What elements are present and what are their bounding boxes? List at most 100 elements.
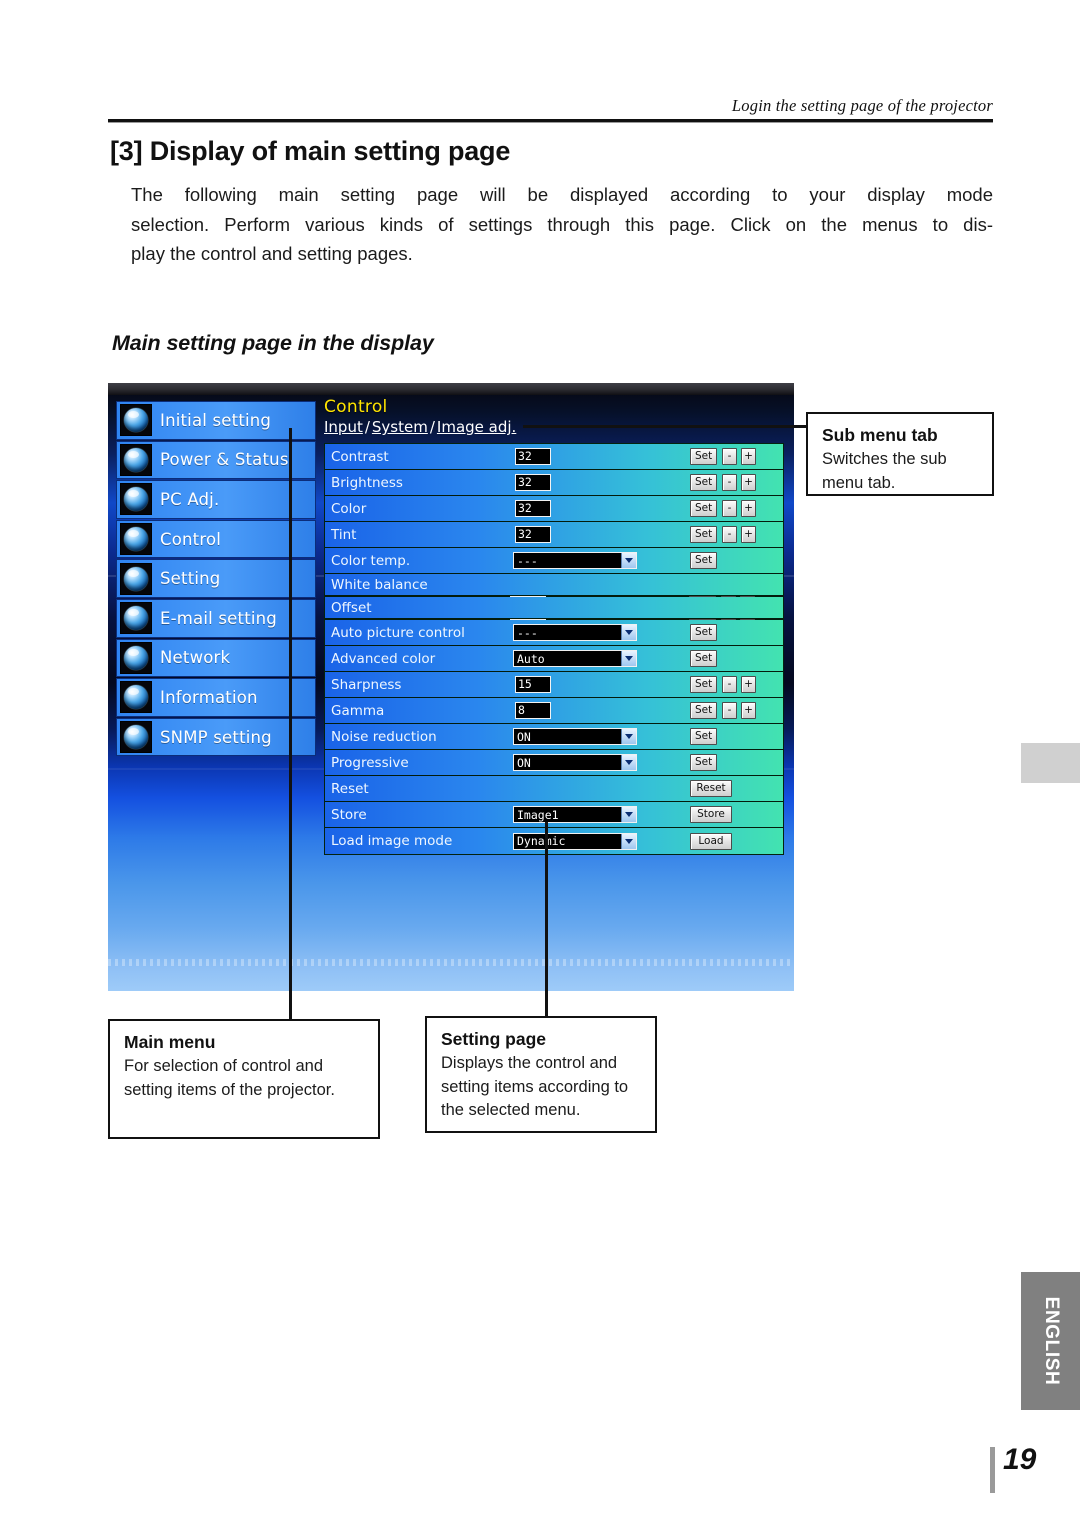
group-header-offset: Offset	[325, 597, 783, 619]
main-menu: Initial setting Power & Status PC Adj. C…	[116, 401, 316, 757]
gamma-minus-button[interactable]: -	[722, 702, 737, 719]
main-menu-item-network[interactable]: Network	[116, 638, 316, 678]
setting-row-tint: Tint 32 Set - +	[325, 522, 783, 548]
tab-separator: /	[429, 418, 435, 436]
contrast-plus-button[interactable]: +	[741, 448, 756, 465]
load-button[interactable]: Load	[690, 832, 732, 850]
main-menu-item-initial-setting[interactable]: Initial setting	[116, 401, 316, 440]
main-menu-item-power-and-status[interactable]: Power & Status	[116, 440, 316, 480]
contrast-minus-button[interactable]: -	[722, 448, 737, 465]
side-tab-language: ENGLISH	[1021, 1272, 1080, 1410]
group-label: Offset	[331, 599, 372, 616]
intro-line-3: play the control and setting pages.	[131, 243, 413, 264]
brightness-plus-button[interactable]: +	[741, 474, 756, 491]
progressive-set-button[interactable]: Set	[690, 754, 718, 771]
sharpness-value-field[interactable]: 15	[515, 676, 551, 693]
callout-text: Displays the control and setting items a…	[441, 1054, 629, 1119]
color-temp-select[interactable]: ---	[513, 552, 637, 569]
intro-paragraph: The following main setting page will be …	[131, 180, 993, 269]
store-select[interactable]: Image1	[513, 806, 637, 823]
sub-menu-tab-image-adj[interactable]: Image adj.	[437, 418, 516, 436]
brightness-minus-button[interactable]: -	[722, 474, 737, 491]
main-menu-item-control[interactable]: Control	[116, 519, 316, 559]
color-minus-button[interactable]: -	[722, 500, 737, 517]
row-label: Progressive	[331, 754, 409, 771]
callout-title: Sub menu tab	[822, 425, 938, 445]
setting-row-color: Color 32 Set - +	[325, 496, 783, 522]
gamma-plus-button[interactable]: +	[741, 702, 756, 719]
main-menu-item-email-setting[interactable]: E-mail setting	[116, 598, 316, 638]
sub-menu-tab-system[interactable]: System	[372, 418, 428, 436]
auto-picture-control-selected-value: ---	[517, 625, 538, 640]
globe-envelope-icon	[120, 602, 152, 635]
tint-plus-button[interactable]: +	[741, 526, 756, 543]
tint-minus-button[interactable]: -	[722, 526, 737, 543]
advanced-color-set-button[interactable]: Set	[690, 650, 718, 667]
contrast-set-button[interactable]: Set	[690, 448, 718, 465]
intro-line-2: selection. Perform various kinds of sett…	[131, 213, 993, 235]
browser-chrome-strip	[108, 383, 794, 395]
sharpness-set-button[interactable]: Set	[690, 676, 718, 693]
main-menu-item-setting[interactable]: Setting	[116, 559, 316, 598]
row-label: Reset	[331, 780, 369, 797]
setting-row-gamma: Gamma 8 Set - +	[325, 698, 783, 724]
setting-row-color-temp: Color temp. --- Set	[325, 548, 783, 574]
leader-line-setting-page	[545, 822, 548, 1016]
setting-row-contrast: Contrast 32 Set - +	[325, 444, 783, 470]
main-menu-item-label: E-mail setting	[160, 608, 277, 628]
gamma-set-button[interactable]: Set	[690, 702, 718, 719]
color-plus-button[interactable]: +	[741, 500, 756, 517]
callout-text: For selection of control and setting ite…	[124, 1057, 335, 1099]
tint-value-field[interactable]: 32	[515, 526, 551, 543]
main-menu-item-information[interactable]: Information	[116, 678, 316, 717]
brightness-set-button[interactable]: Set	[690, 474, 718, 491]
main-menu-item-label: SNMP setting	[160, 727, 272, 747]
color-value-field[interactable]: 32	[515, 500, 551, 517]
row-label: Color	[331, 500, 367, 517]
setting-row-noise-reduction: Noise reduction ON Set	[325, 724, 783, 750]
leader-line-main-menu	[289, 428, 292, 1019]
noise-reduction-select[interactable]: ON	[513, 728, 637, 745]
callout-main-menu: Main menu For selection of control and s…	[108, 1019, 380, 1139]
reset-button[interactable]: Reset	[690, 780, 732, 797]
main-menu-item-snmp-setting[interactable]: SNMP setting	[116, 717, 316, 757]
brightness-value-field[interactable]: 32	[515, 474, 551, 491]
setting-row-brightness: Brightness 32 Set - +	[325, 470, 783, 496]
chevron-down-icon	[621, 553, 636, 568]
side-tab-blank	[1021, 743, 1080, 783]
contrast-value-field[interactable]: 32	[515, 448, 551, 465]
setting-row-advanced-color: Advanced color Auto Set	[325, 646, 783, 672]
row-label: Sharpness	[331, 676, 402, 693]
globe-info-icon	[120, 681, 152, 714]
progressive-select[interactable]: ON	[513, 754, 637, 771]
tint-set-button[interactable]: Set	[690, 526, 718, 543]
main-menu-item-label: Setting	[160, 569, 221, 589]
intro-line-1: The following main setting page will be …	[131, 184, 993, 205]
load-image-mode-select[interactable]: Dynamic	[513, 832, 637, 850]
sharpness-minus-button[interactable]: -	[722, 676, 737, 693]
main-menu-item-pc-adj[interactable]: PC Adj.	[116, 480, 316, 519]
auto-picture-control-set-button[interactable]: Set	[690, 624, 718, 641]
chevron-down-icon	[621, 729, 636, 744]
sharpness-plus-button[interactable]: +	[741, 676, 756, 693]
globe-tools-icon	[120, 562, 152, 595]
color-temp-set-button[interactable]: Set	[690, 552, 718, 569]
gamma-value-field[interactable]: 8	[515, 702, 551, 719]
callout-title: Main menu	[124, 1032, 216, 1052]
advanced-color-select[interactable]: Auto	[513, 650, 637, 667]
page-number-rule	[990, 1447, 995, 1493]
side-tab-language-label: ENGLISH	[1040, 1296, 1062, 1386]
globe-network-icon	[120, 641, 152, 674]
color-set-button[interactable]: Set	[690, 500, 718, 517]
setting-page-title: Control	[324, 397, 388, 417]
sub-menu-tab-input[interactable]: Input	[324, 418, 363, 436]
globe-power-icon	[120, 443, 152, 476]
store-button[interactable]: Store	[690, 806, 732, 823]
row-label: Advanced color	[331, 650, 436, 667]
row-label: Gamma	[331, 702, 385, 719]
noise-reduction-set-button[interactable]: Set	[690, 728, 718, 745]
leader-line-sub-menu-tab	[523, 425, 806, 428]
progressive-selected-value: ON	[517, 755, 531, 770]
main-menu-item-label: Network	[160, 648, 231, 668]
auto-picture-control-select[interactable]: ---	[513, 624, 637, 641]
